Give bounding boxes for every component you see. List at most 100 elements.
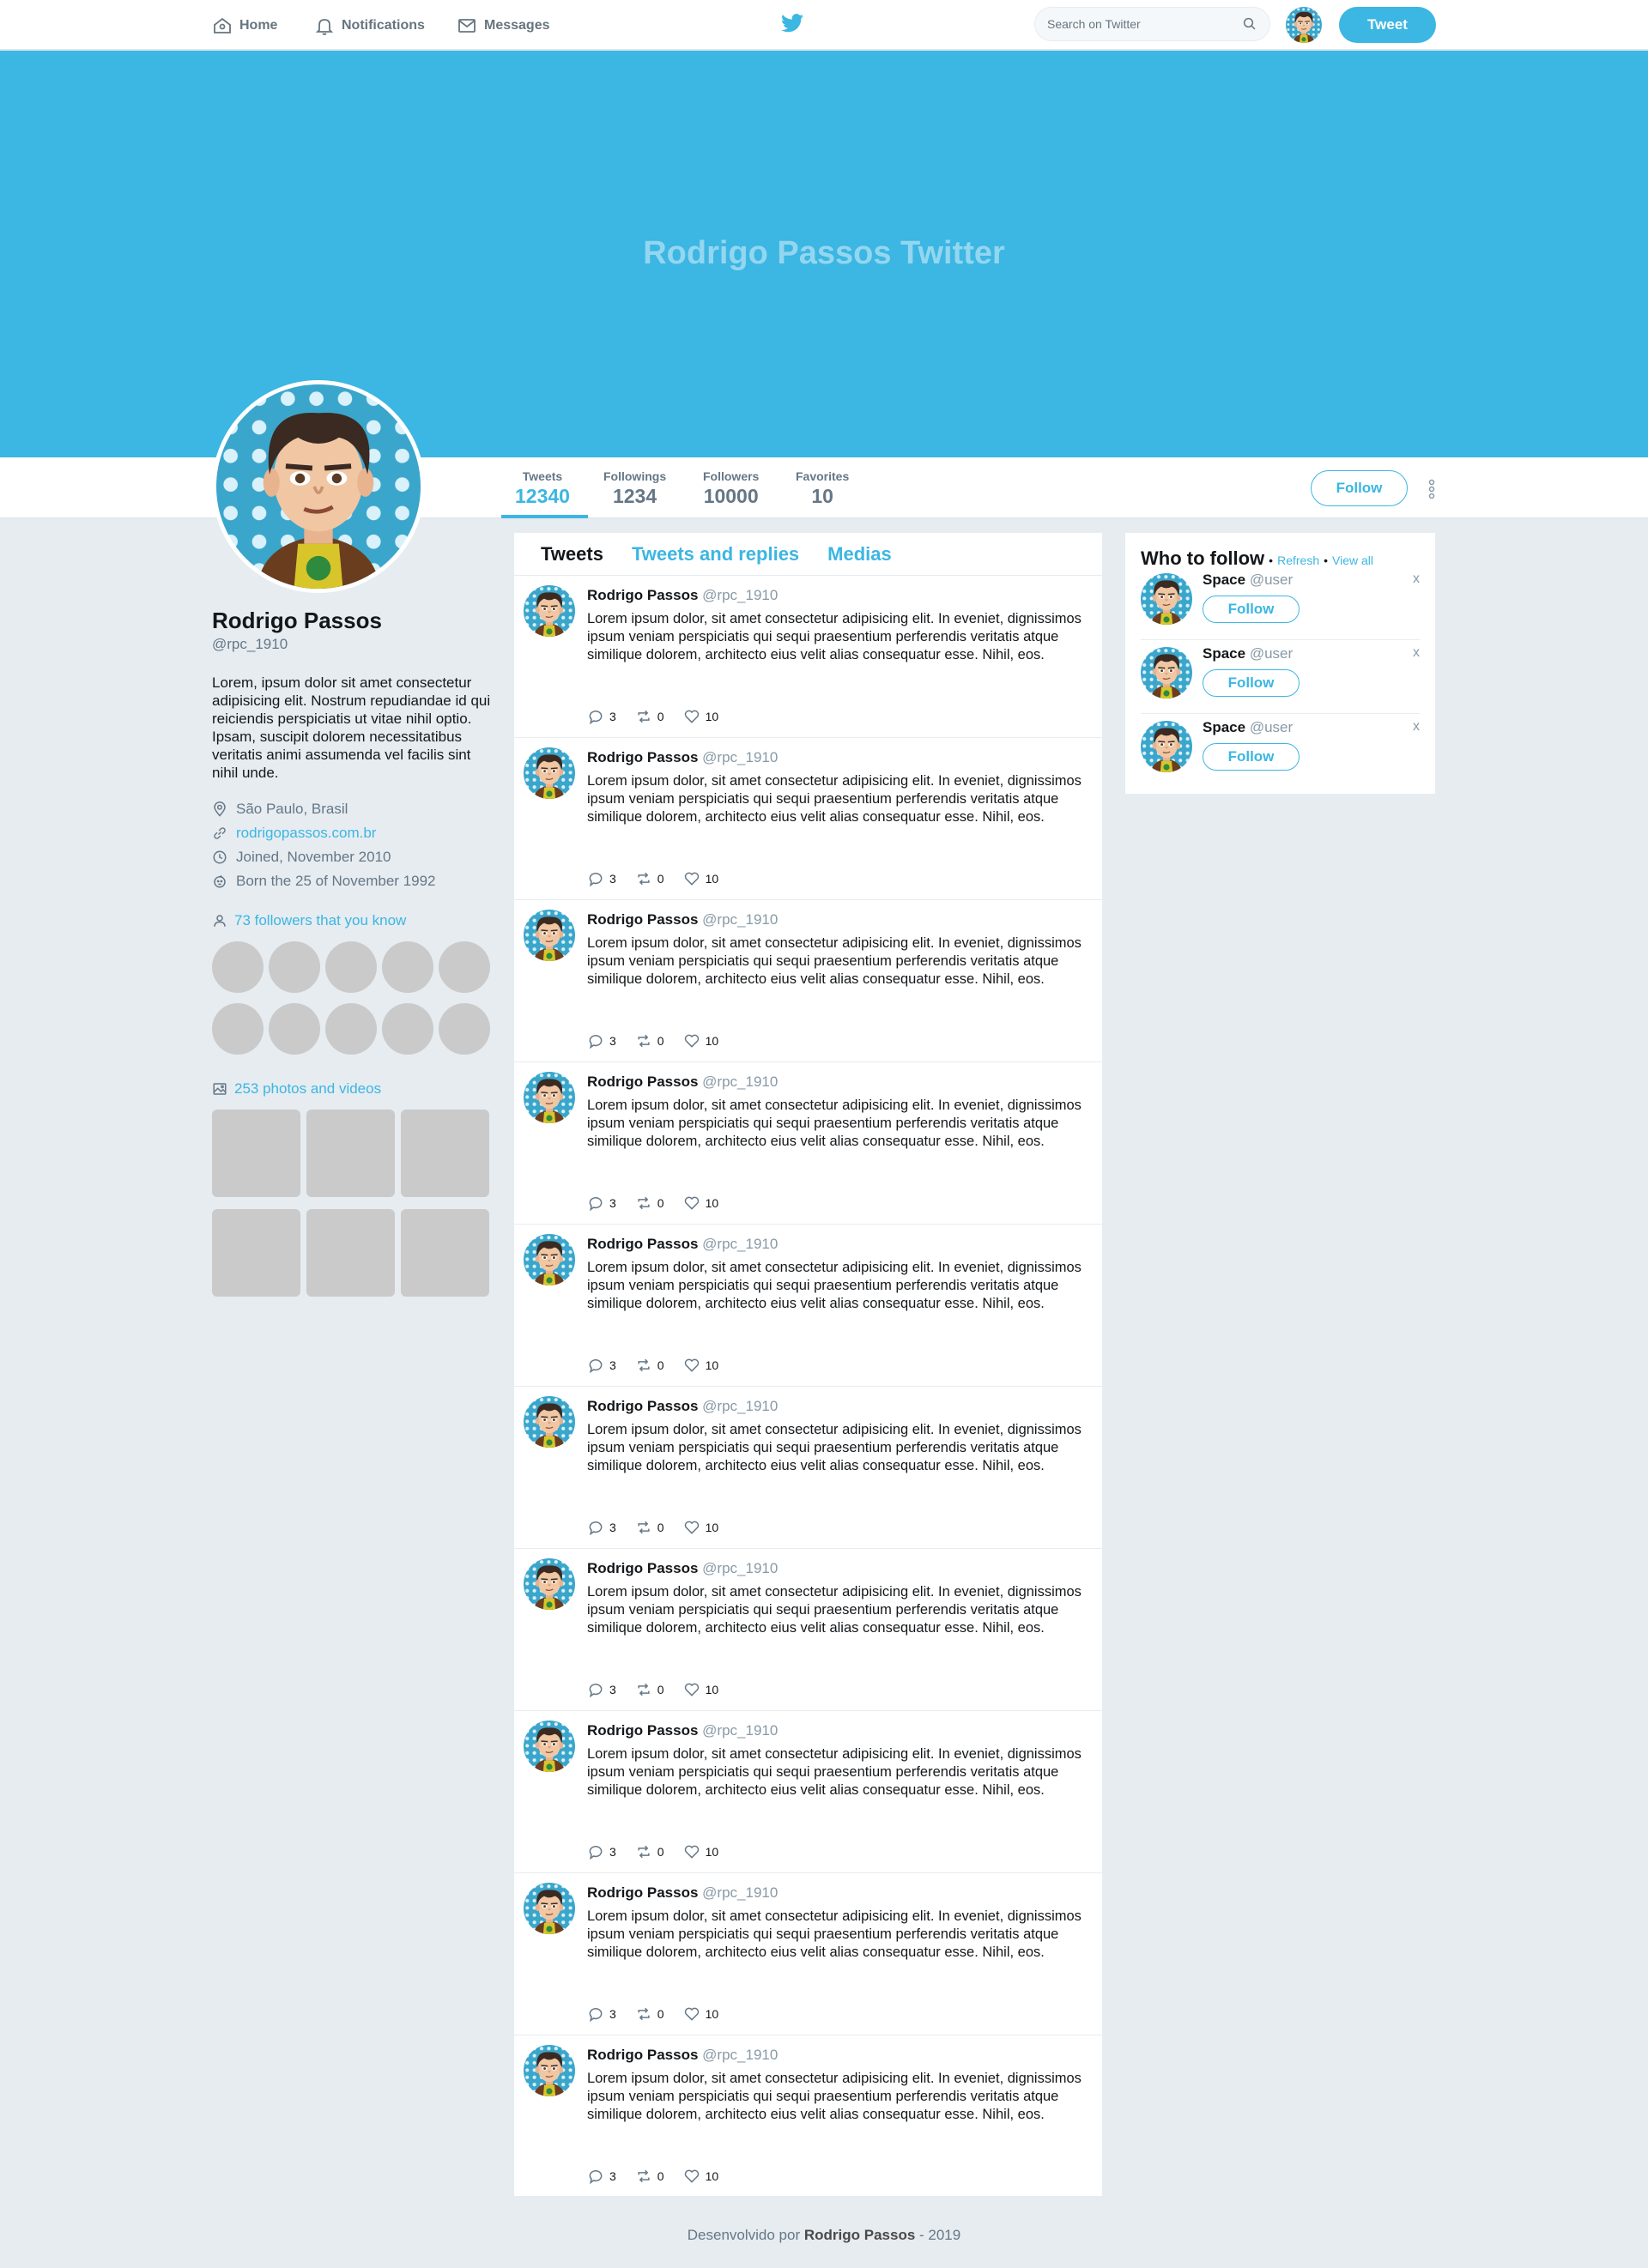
tweet-avatar[interactable]	[524, 1072, 575, 1123]
dismiss-icon[interactable]: x	[1413, 572, 1420, 587]
reply-action[interactable]: 3	[587, 2005, 616, 2023]
retweet-action[interactable]: 0	[635, 1194, 664, 1212]
tweet-item[interactable]: Rodrigo Passos @rpc_1910 Lorem ipsum dolo…	[514, 900, 1102, 1062]
search-icon[interactable]	[1242, 16, 1257, 32]
follower-avatar-placeholder[interactable]	[439, 941, 490, 993]
reply-action[interactable]: 3	[587, 1357, 616, 1374]
tweet-item[interactable]: Rodrigo Passos @rpc_1910 Lorem ipsum dolo…	[514, 2035, 1102, 2198]
follower-avatar-placeholder[interactable]	[382, 1003, 433, 1055]
tweet-author-name[interactable]: Rodrigo Passos	[587, 1560, 698, 1576]
tweet-avatar[interactable]	[524, 910, 575, 961]
tweet-item[interactable]: Rodrigo Passos @rpc_1910 Lorem ipsum dolo…	[514, 1225, 1102, 1387]
suggested-user-handle[interactable]: @user	[1250, 719, 1293, 735]
tweet-avatar[interactable]	[524, 1396, 575, 1448]
website-row[interactable]: rodrigopassos.com.br	[212, 821, 495, 845]
tweet-author-name[interactable]: Rodrigo Passos	[587, 749, 698, 765]
suggested-user-handle[interactable]: @user	[1250, 572, 1293, 588]
retweet-action[interactable]: 0	[635, 2168, 664, 2185]
tweet-author-name[interactable]: Rodrigo Passos	[587, 1884, 698, 1901]
retweet-action[interactable]: 0	[635, 1032, 664, 1049]
follower-avatar-placeholder[interactable]	[212, 941, 264, 993]
reply-action[interactable]: 3	[587, 708, 616, 725]
reply-action[interactable]: 3	[587, 1681, 616, 1698]
tweet-item[interactable]: Rodrigo Passos @rpc_1910 Lorem ipsum dolo…	[514, 576, 1102, 738]
like-action[interactable]: 10	[683, 1357, 718, 1374]
tab-tweets[interactable]: Tweets	[541, 543, 603, 565]
tweet-author-handle[interactable]: @rpc_1910	[702, 587, 778, 603]
media-thumbnail-placeholder[interactable]	[401, 1110, 489, 1197]
reply-action[interactable]: 3	[587, 1194, 616, 1212]
tweet-avatar[interactable]	[524, 747, 575, 799]
retweet-action[interactable]: 0	[635, 870, 664, 887]
suggested-follow-button[interactable]: Follow	[1203, 596, 1300, 623]
tab-medias[interactable]: Medias	[827, 543, 892, 565]
media-thumbnail-placeholder[interactable]	[306, 1110, 395, 1197]
suggested-user-name[interactable]: Space	[1203, 572, 1245, 588]
suggested-user-avatar[interactable]	[1141, 573, 1192, 625]
tweet-author-handle[interactable]: @rpc_1910	[702, 1560, 778, 1576]
like-action[interactable]: 10	[683, 1519, 718, 1536]
reply-action[interactable]: 3	[587, 2168, 616, 2185]
tweet-avatar[interactable]	[524, 2045, 575, 2096]
like-action[interactable]: 10	[683, 708, 718, 725]
tweet-item[interactable]: Rodrigo Passos @rpc_1910 Lorem ipsum dolo…	[514, 738, 1102, 900]
stat-followers[interactable]: Followers 10000	[703, 469, 759, 508]
dismiss-icon[interactable]: x	[1413, 719, 1420, 735]
dismiss-icon[interactable]: x	[1413, 645, 1420, 661]
followers-you-know-link[interactable]: 73 followers that you know	[212, 912, 495, 929]
retweet-action[interactable]: 0	[635, 708, 664, 725]
more-options-icon[interactable]	[1426, 478, 1438, 500]
tweet-item[interactable]: Rodrigo Passos @rpc_1910 Lorem ipsum dolo…	[514, 1873, 1102, 2035]
photos-videos-link[interactable]: 253 photos and videos	[212, 1080, 495, 1098]
media-thumbnail-placeholder[interactable]	[212, 1110, 300, 1197]
tweet-author-name[interactable]: Rodrigo Passos	[587, 2047, 698, 2063]
tweet-avatar[interactable]	[524, 1558, 575, 1610]
tweet-author-name[interactable]: Rodrigo Passos	[587, 1398, 698, 1414]
follower-avatar-placeholder[interactable]	[269, 1003, 320, 1055]
tweet-item[interactable]: Rodrigo Passos @rpc_1910 Lorem ipsum dolo…	[514, 1549, 1102, 1711]
tab-tweets-and-replies[interactable]: Tweets and replies	[632, 543, 799, 565]
search-input[interactable]: Search on Twitter	[1034, 7, 1270, 41]
stat-followings[interactable]: Followings 1234	[603, 469, 666, 508]
media-thumbnail-placeholder[interactable]	[212, 1209, 300, 1297]
tweet-author-handle[interactable]: @rpc_1910	[702, 1884, 778, 1901]
tweet-author-name[interactable]: Rodrigo Passos	[587, 587, 698, 603]
retweet-action[interactable]: 0	[635, 2005, 664, 2023]
website-link[interactable]: rodrigopassos.com.br	[236, 825, 376, 842]
like-action[interactable]: 10	[683, 1843, 718, 1860]
retweet-action[interactable]: 0	[635, 1519, 664, 1536]
like-action[interactable]: 10	[683, 1194, 718, 1212]
tweet-avatar[interactable]	[524, 1234, 575, 1285]
reply-action[interactable]: 3	[587, 1032, 616, 1049]
tweet-item[interactable]: Rodrigo Passos @rpc_1910 Lorem ipsum dolo…	[514, 1062, 1102, 1225]
follower-avatar-placeholder[interactable]	[212, 1003, 264, 1055]
tweet-author-name[interactable]: Rodrigo Passos	[587, 1074, 698, 1090]
profile-avatar[interactable]	[212, 380, 425, 593]
nav-home[interactable]: Home	[212, 15, 277, 36]
stat-favorites[interactable]: Favorites 10	[796, 469, 849, 508]
suggested-user-handle[interactable]: @user	[1250, 645, 1293, 662]
nav-notifications[interactable]: Notifications	[314, 15, 425, 36]
tweet-author-name[interactable]: Rodrigo Passos	[587, 911, 698, 928]
suggested-user-name[interactable]: Space	[1203, 645, 1245, 662]
like-action[interactable]: 10	[683, 1681, 718, 1698]
tweet-author-handle[interactable]: @rpc_1910	[702, 1074, 778, 1090]
media-thumbnail-placeholder[interactable]	[401, 1209, 489, 1297]
follower-avatar-placeholder[interactable]	[269, 941, 320, 993]
twitter-bird-icon[interactable]	[781, 14, 803, 33]
retweet-action[interactable]: 0	[635, 1843, 664, 1860]
follower-avatar-placeholder[interactable]	[439, 1003, 490, 1055]
suggested-follow-button[interactable]: Follow	[1203, 669, 1300, 697]
retweet-action[interactable]: 0	[635, 1681, 664, 1698]
follower-avatar-placeholder[interactable]	[382, 941, 433, 993]
tweet-author-handle[interactable]: @rpc_1910	[702, 1398, 778, 1414]
tweet-author-handle[interactable]: @rpc_1910	[702, 1722, 778, 1739]
tweet-item[interactable]: Rodrigo Passos @rpc_1910 Lorem ipsum dolo…	[514, 1711, 1102, 1873]
nav-messages[interactable]: Messages	[457, 15, 550, 36]
user-avatar[interactable]	[1286, 7, 1322, 43]
like-action[interactable]: 10	[683, 2168, 718, 2185]
tweet-avatar[interactable]	[524, 585, 575, 637]
tweet-author-handle[interactable]: @rpc_1910	[702, 749, 778, 765]
retweet-action[interactable]: 0	[635, 1357, 664, 1374]
tweet-author-handle[interactable]: @rpc_1910	[702, 2047, 778, 2063]
